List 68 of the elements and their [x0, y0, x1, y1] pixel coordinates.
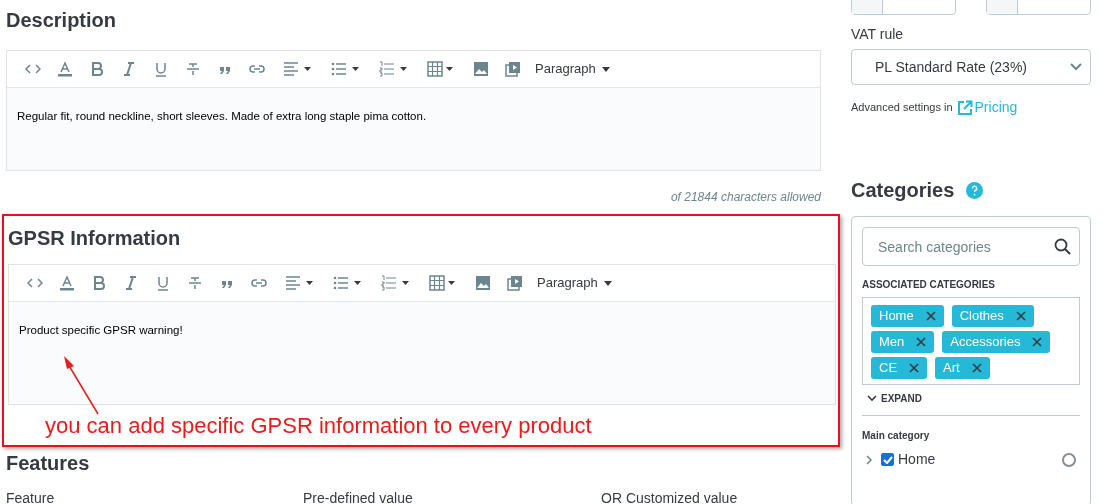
annotation-text: you can add specific GPSR information to every product [45, 413, 592, 438]
category-tag[interactable]: Men [871, 331, 935, 353]
close-icon[interactable] [971, 363, 982, 373]
numbered-list-icon[interactable] [381, 275, 409, 291]
italic-icon[interactable] [123, 275, 139, 291]
bullet-list-icon[interactable] [333, 275, 361, 291]
close-icon[interactable] [925, 311, 936, 321]
underline-icon[interactable] [155, 275, 171, 291]
field-label: VAT rule [851, 26, 904, 42]
italic-icon[interactable] [121, 61, 137, 77]
category-tag[interactable]: Clothes [951, 305, 1034, 327]
editor-text: Regular fit, round neckline, short sleeves. Made of extra long staple pima cotton. [17, 110, 427, 122]
category-tag[interactable]: CE [871, 357, 928, 379]
format-dropdown[interactable]: Paragraph [535, 59, 610, 79]
external-link-icon [956, 99, 973, 116]
category-name: Home [898, 450, 936, 469]
vat-select[interactable]: PL Standard Rate (23%) [851, 49, 1091, 85]
format-dropdown[interactable]: Paragraph [537, 273, 612, 293]
help-text: Advanced settings in [851, 100, 953, 116]
close-icon[interactable] [1015, 311, 1026, 321]
section-heading: Description [6, 8, 118, 32]
column-header: Pre-defined value [303, 490, 414, 504]
chevron-down-icon[interactable] [867, 395, 877, 402]
close-icon[interactable] [916, 337, 927, 347]
expand-link[interactable]: EXPAND [881, 391, 922, 406]
search-icon[interactable] [1054, 238, 1071, 255]
section-heading: Categories [851, 178, 955, 202]
strikethrough-icon[interactable] [187, 275, 203, 291]
search-field[interactable]: Search categories [862, 227, 1080, 266]
align-icon[interactable] [283, 61, 311, 77]
align-icon[interactable] [285, 275, 313, 291]
section-heading: GPSR Information [8, 226, 182, 250]
checkbox[interactable] [881, 453, 894, 466]
video-icon[interactable] [505, 61, 521, 77]
text-color-icon[interactable] [57, 61, 73, 77]
text-color-icon[interactable] [59, 275, 75, 291]
category-tag[interactable]: Art [935, 357, 990, 379]
bold-icon[interactable] [89, 61, 105, 77]
section-label: ASSOCIATED CATEGORIES [862, 279, 995, 290]
table-icon[interactable] [429, 275, 457, 291]
editor-text: Product specific GPSR warning! [19, 324, 183, 336]
category-tag[interactable]: Home [871, 305, 944, 327]
image-icon[interactable] [475, 275, 491, 291]
video-icon[interactable] [507, 275, 523, 291]
pricing-link[interactable]: Pricing [956, 97, 1018, 118]
caret-icon [603, 280, 612, 286]
text-editor[interactable]: Paragraph Regular fit, round neckline, short sleeves. Made of extra long staple pima cotton. [6, 50, 821, 171]
numbered-list-icon[interactable] [379, 61, 407, 77]
column-header: OR Customized value [601, 490, 739, 504]
bold-icon[interactable] [91, 275, 107, 291]
close-icon[interactable] [1032, 337, 1043, 347]
image-icon[interactable] [473, 61, 489, 77]
category-tag[interactable]: Accessories [942, 331, 1051, 353]
character-counter: of 21844 characters allowed [670, 190, 821, 204]
table-icon[interactable] [427, 61, 455, 77]
underline-icon[interactable] [153, 61, 169, 77]
column-header: Feature [6, 490, 56, 504]
strikethrough-icon[interactable] [185, 61, 201, 77]
chevron-down-icon [1070, 63, 1082, 71]
section-heading: Features [6, 451, 91, 475]
radio-button[interactable] [1062, 452, 1076, 467]
help-icon[interactable] [966, 181, 984, 199]
bullet-list-icon[interactable] [331, 61, 359, 77]
text-editor[interactable]: Paragraph Product specific GPSR warning! [8, 264, 836, 405]
close-icon[interactable] [909, 363, 920, 373]
caret-icon [601, 66, 610, 72]
chevron-right-icon[interactable] [866, 454, 873, 465]
section-label: Main category [862, 430, 930, 441]
